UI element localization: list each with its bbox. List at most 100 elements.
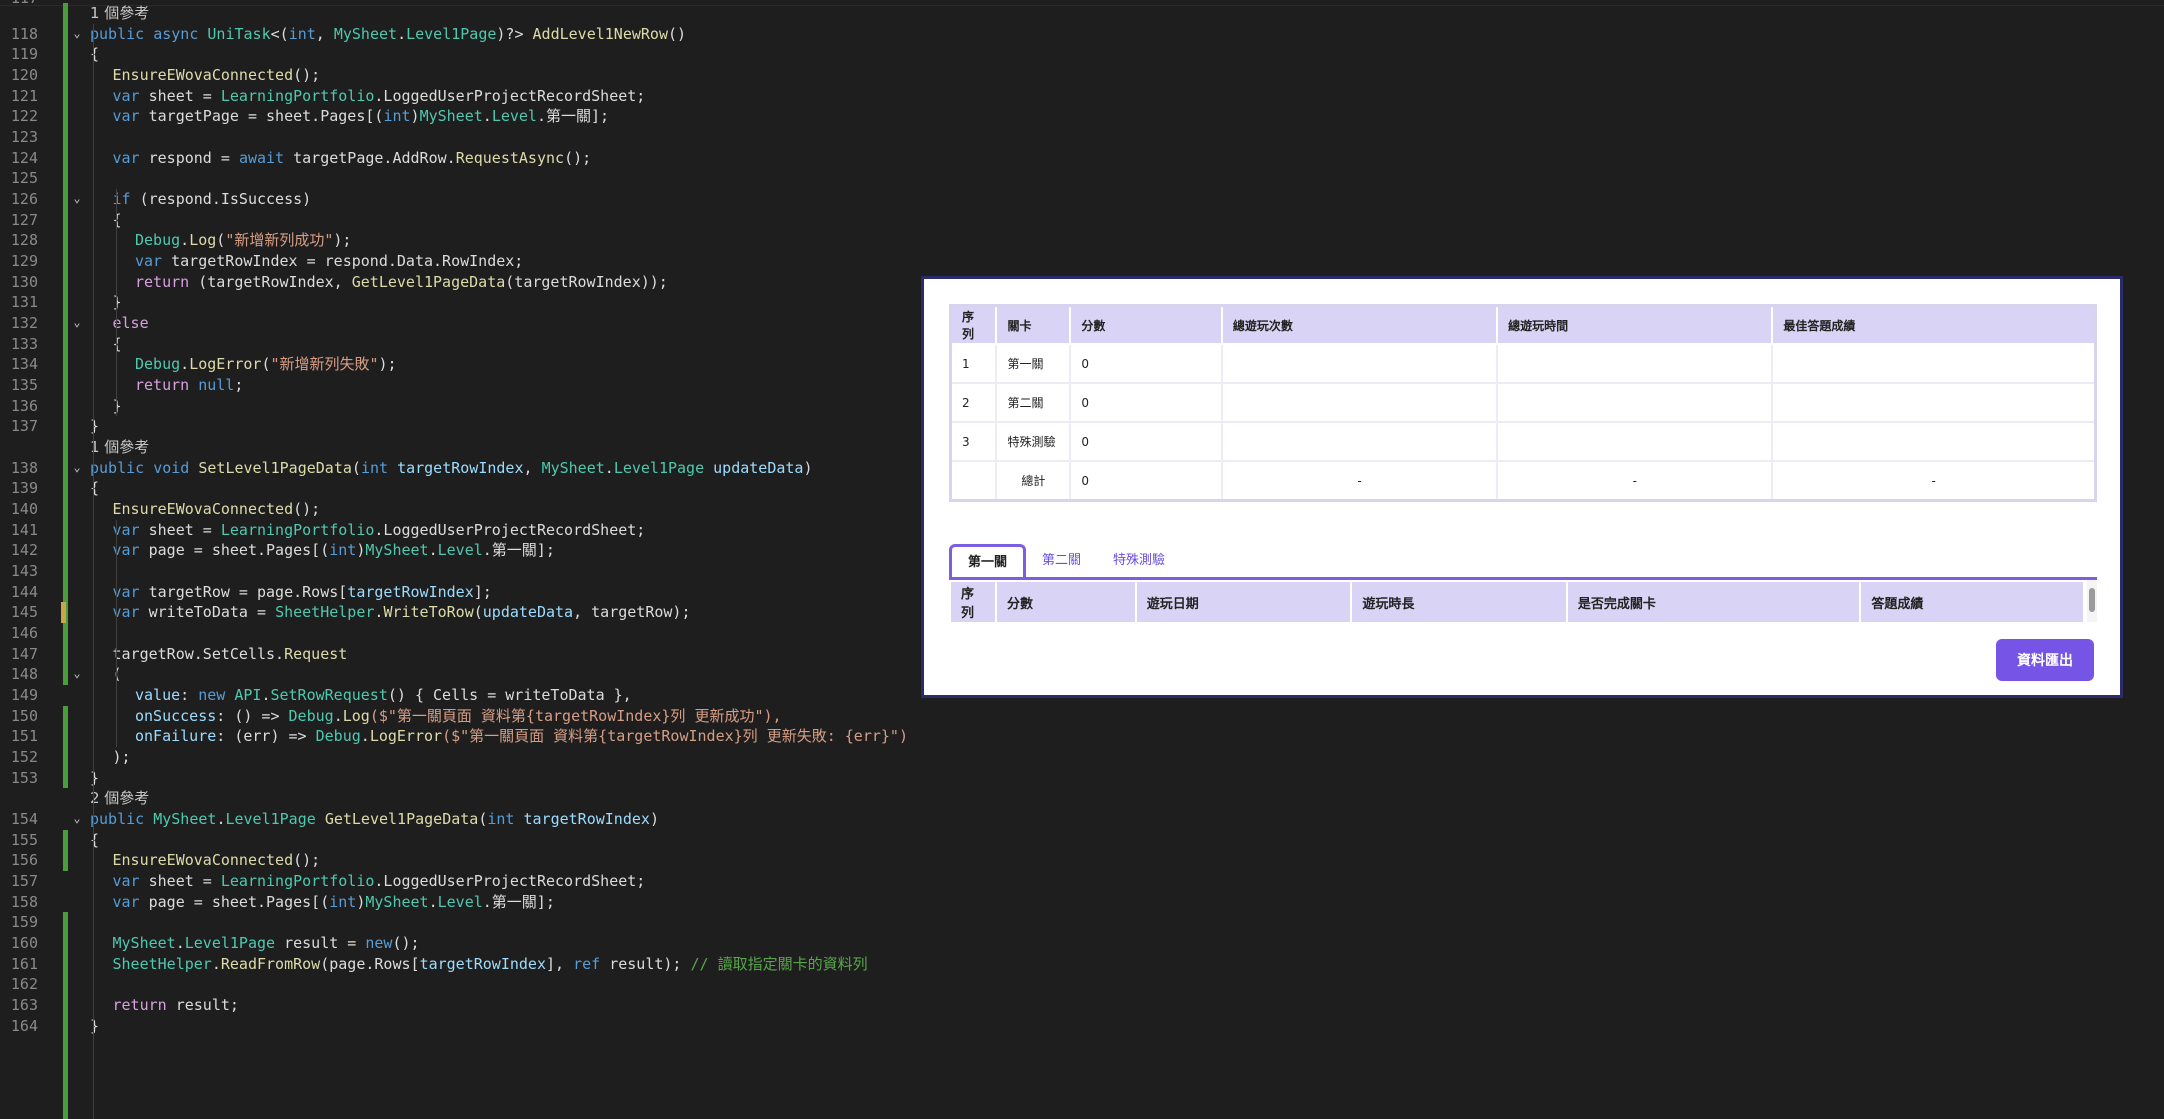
table-row: 1 第一關 0 [949,343,2097,384]
fold-chevron-icon[interactable]: ⌄ [70,811,84,825]
code-text: public void SetLevel1PageData(int target… [90,458,813,477]
code-line[interactable]: 129 var targetRowIndex = respond.Data.Row… [0,251,940,272]
code-line[interactable]: 146 [0,623,940,644]
code-line[interactable]: 160 MySheet.Level1Page result = new(); [0,933,940,954]
summary-cell: 特殊測驗 [995,421,1072,462]
code-line[interactable]: 145 var writeToData = SheetHelper.WriteTo… [0,602,940,623]
codelens-reference[interactable]: 1 個參考 [0,3,940,24]
summary-header-cell: 關卡 [995,304,1072,345]
line-number: 138 [10,458,38,477]
detail-header-cell: 是否完成關卡 [1565,580,1862,624]
code-text: return null; [135,376,244,395]
code-text: var page = sheet.Pages[(int)MySheet.Leve… [112,892,555,911]
scroll-thumb[interactable] [2089,588,2095,612]
code-text: } [90,1016,100,1035]
code-line[interactable]: 133 { [0,334,940,355]
code-line[interactable]: 136} [0,396,940,417]
code-line[interactable]: 143 [0,561,940,582]
change-indicator [63,705,68,789]
fold-chevron-icon[interactable]: ⌄ [70,460,84,474]
code-line[interactable]: 127 { [0,210,940,231]
export-button[interactable]: 資料匯出 [1996,639,2094,681]
codelens-reference[interactable]: 1 個參考 [0,437,940,458]
code-line[interactable]: 155 { [0,830,940,851]
code-line[interactable]: 157 var sheet = LearningPortfolio.LoggedU… [0,871,940,892]
code-line[interactable]: 121 var sheet = LearningPortfolio.LoggedU… [0,86,940,107]
code-line[interactable]: 130 return (targetRowIndex, GetLevel1Page… [0,272,940,293]
code-line[interactable]: 132 ⌄ else [0,313,940,334]
code-line[interactable]: 159 [0,912,940,933]
code-line[interactable]: 120 EnsureEWovaConnected(); [0,65,940,86]
code-line[interactable]: 131} [0,292,940,313]
code-line[interactable]: 139 { [0,478,940,499]
code-text: Debug.Log("新增新列成功"); [135,231,352,250]
fold-chevron-icon[interactable]: ⌄ [70,666,84,680]
summary-cell: 2 [949,382,998,423]
code-line[interactable]: 151 onFailure: (err) => Debug.LogError($"… [0,726,940,747]
code-line[interactable]: 158 var page = sheet.Pages[(int)MySheet.L… [0,892,940,913]
fold-chevron-icon[interactable]: ⌄ [70,315,84,329]
code-line[interactable]: 125 [0,168,940,189]
summary-cell [1496,343,1774,384]
code-line[interactable]: 161 SheetHelper.ReadFromRow(page.Rows[tar… [0,954,940,975]
line-number: 118 [10,24,38,43]
code-line[interactable]: 124 var respond = await targetPage.AddRow… [0,148,940,169]
code-text: { [112,210,122,229]
code-line[interactable]: 134 Debug.LogError("新增新列失敗"); [0,354,940,375]
code-line[interactable]: 164} [0,1016,940,1037]
summary-cell: 3 [949,421,998,462]
reference-count-link[interactable]: 2 個參考 [90,788,149,809]
fold-chevron-icon[interactable]: ⌄ [70,26,84,40]
code-line[interactable]: 118 ⌄ public async UniTask<(int, MySheet.L… [0,24,940,45]
code-line[interactable]: 142 var page = sheet.Pages[(int)MySheet.L… [0,540,940,561]
code-line[interactable]: 144 var targetRow = page.Rows[targetRowIn… [0,582,940,603]
code-line[interactable]: 126 ⌄ if (respond.IsSuccess) [0,189,940,210]
code-line[interactable]: 149 value: new API.SetRowRequest() { Cell… [0,685,940,706]
code-line[interactable]: 153} [0,768,940,789]
summary-cell [1771,421,2097,462]
reference-count-link[interactable]: 1 個參考 [90,437,149,458]
summary-header-row: 序列 關卡 分數 總遊玩次數 總遊玩時間 最佳答題成績 [949,304,2097,345]
code-line[interactable]: 122 var targetPage = sheet.Pages[(int)MyS… [0,106,940,127]
line-number: 119 [10,45,38,64]
summary-cell: 1 [949,343,998,384]
summary-cell: - [1496,460,1774,502]
tab-level-1[interactable]: 第一關 [949,544,1027,578]
detail-scrollbar[interactable] [2087,580,2097,622]
reference-count-link[interactable]: 1 個參考 [90,3,149,24]
code-text: EnsureEWovaConnected(); [112,66,321,84]
code-line[interactable]: 123 [0,127,940,148]
line-number: 155 [10,830,38,849]
change-indicator [63,829,68,872]
line-number: 148 [10,665,38,684]
code-line[interactable]: 150 onSuccess: () => Debug.Log($"第一關頁面 資料… [0,706,940,727]
codelens-reference[interactable]: 2 個參考 [0,788,940,809]
code-text: var targetPage = sheet.Pages[(int)MyShee… [112,107,610,126]
summary-header-cell: 總遊玩時間 [1496,304,1774,345]
code-line[interactable]: 119 { [0,44,940,65]
code-line[interactable]: 128 Debug.Log("新增新列成功"); [0,230,940,251]
code-line[interactable]: 137} [0,416,940,437]
line-number: 159 [10,913,38,932]
line-number: 152 [10,748,38,767]
code-line[interactable]: 152); [0,747,940,768]
code-line[interactable]: 163 return result; [0,995,940,1016]
line-number: 143 [10,562,38,581]
code-text: return (targetRowIndex, GetLevel1PageDat… [135,272,668,291]
code-text: var targetRowIndex = respond.Data.RowInd… [135,252,524,271]
line-number: 144 [10,582,38,601]
tab-level-2[interactable]: 第二關 [1026,544,1097,578]
tab-level-3[interactable]: 特殊測驗 [1097,544,1181,578]
line-number: 125 [10,169,38,188]
code-line[interactable]: 156 EnsureEWovaConnected(); [0,850,940,871]
code-line[interactable]: 162 [0,974,940,995]
code-line[interactable]: 148 ⌄ ( [0,664,940,685]
code-line[interactable]: 138 ⌄ public void SetLevel1PageData(int ta… [0,458,940,479]
code-line[interactable]: 141 var sheet = LearningPortfolio.LoggedU… [0,520,940,541]
code-line[interactable]: 154 ⌄ public MySheet.Level1Page GetLevel1P… [0,809,940,830]
code-line[interactable]: 140 EnsureEWovaConnected(); [0,499,940,520]
fold-chevron-icon[interactable]: ⌄ [70,191,84,205]
code-line[interactable]: 135 return null; [0,375,940,396]
code-line[interactable]: 147 targetRow.SetCells.Request [0,644,940,665]
code-text: MySheet.Level1Page result = new(); [112,934,420,953]
